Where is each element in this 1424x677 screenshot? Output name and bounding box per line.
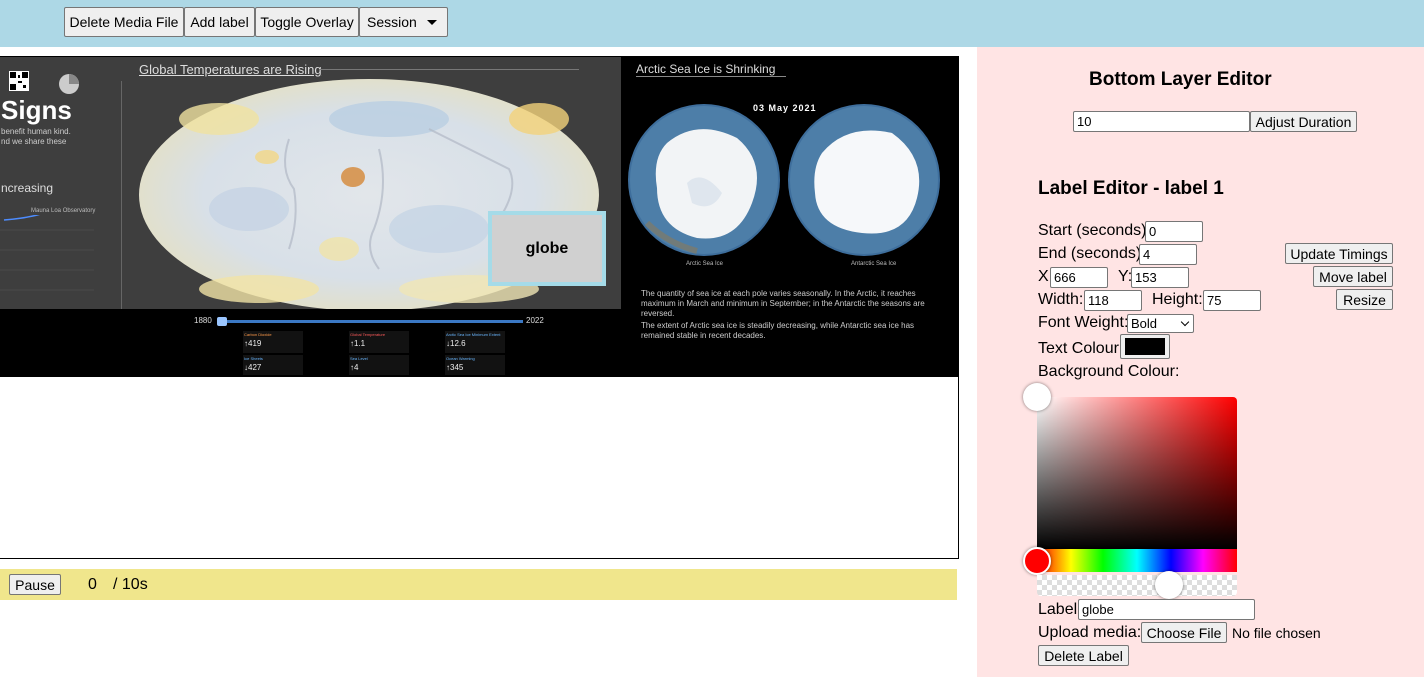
overlay-label[interactable]: globe: [488, 211, 606, 286]
signs-subtitle-1: benefit human kind.: [1, 127, 71, 136]
caret-down-icon: [426, 19, 437, 25]
end-input[interactable]: 4: [1139, 244, 1197, 265]
stat-title: Sea Level: [350, 356, 368, 361]
stat-title: Carbon Dioxide: [244, 332, 272, 337]
hue-slider[interactable]: [1037, 549, 1237, 572]
year-slider-thumb[interactable]: [217, 317, 227, 326]
title-rule: [636, 76, 786, 77]
signs-title: Signs: [1, 95, 72, 125]
title-rule: [319, 69, 579, 70]
antarctic-caption: Antarctic Sea Ice: [851, 261, 897, 267]
sea-ice-panel: Arctic Sea Ice is Shrinking 03 May 2021 …: [621, 57, 958, 377]
session-dropdown[interactable]: Session: [359, 7, 448, 37]
background-colour-label: Background Colour:: [1038, 363, 1180, 380]
upload-media-label: Upload media:: [1038, 624, 1142, 641]
stat-value: ↓427: [244, 363, 262, 372]
delete-label-button[interactable]: Delete Label: [1038, 645, 1129, 666]
stat-value: ↑1.1: [350, 339, 366, 348]
move-label-button[interactable]: Move label: [1313, 266, 1393, 287]
label-text-label: Label:: [1038, 601, 1082, 618]
year-slider[interactable]: [217, 317, 523, 326]
stat-title: Ice Sheets: [244, 356, 263, 361]
text-colour-fill: [1125, 338, 1165, 355]
stat-title: Ocean Warming: [446, 356, 475, 361]
top-toolbar: Delete Media File Add label Toggle Overl…: [0, 0, 1424, 47]
duration-input[interactable]: 10: [1073, 111, 1250, 132]
bottom-layer-editor-title: Bottom Layer Editor: [1089, 69, 1272, 90]
year-start: 1880: [194, 316, 212, 325]
media-image: Signs benefit human kind. nd we share th…: [0, 57, 958, 377]
mauna-loa-text: Mauna Loa Observatory: [31, 208, 96, 214]
pause-button[interactable]: Pause: [9, 574, 61, 595]
label-editor-title: Label Editor - label 1: [1038, 178, 1224, 199]
height-input[interactable]: 75: [1203, 290, 1261, 311]
stat-card: Arctic Sea Ice Minimum Extent ↓12.6: [445, 331, 505, 353]
stat-value: ↑345: [446, 363, 464, 372]
y-input[interactable]: 153: [1131, 267, 1189, 288]
font-weight-value: Bold: [1131, 316, 1158, 331]
hue-handle[interactable]: [1023, 547, 1051, 575]
qr-code-icon: [9, 71, 29, 91]
no-file-text: No file chosen: [1232, 625, 1321, 641]
stat-card: Carbon Dioxide ↑419: [243, 331, 303, 353]
delete-media-button[interactable]: Delete Media File: [64, 7, 184, 37]
width-label: Width:: [1038, 291, 1084, 308]
current-time: 0: [88, 576, 97, 593]
arctic-globe: [628, 104, 780, 256]
alpha-handle[interactable]: [1155, 571, 1183, 599]
overlay-label-text: globe: [525, 239, 569, 257]
text-colour-swatch[interactable]: [1120, 334, 1170, 359]
sea-ice-paragraph-1: The quantity of sea ice at each pole var…: [641, 289, 925, 318]
player-controls: Pause 0 / 10s: [0, 569, 957, 600]
adjust-duration-button[interactable]: Adjust Duration: [1250, 111, 1357, 132]
temperature-title: Global Temperatures are Rising: [139, 62, 322, 77]
chevron-down-icon: [1180, 317, 1190, 327]
font-weight-label: Font Weight:: [1038, 314, 1129, 331]
pie-icon: [59, 74, 79, 94]
add-label-button[interactable]: Add label: [184, 7, 255, 37]
start-label: Start (seconds):: [1038, 222, 1151, 239]
stat-title: Arctic Sea Ice Minimum Extent: [446, 332, 501, 337]
arctic-caption: Arctic Sea Ice: [686, 261, 724, 267]
alpha-slider[interactable]: [1037, 575, 1237, 596]
media-canvas[interactable]: Signs benefit human kind. nd we share th…: [0, 56, 959, 559]
increasing-text: ncreasing: [1, 181, 54, 195]
text-colour-label: Text Colour:: [1038, 340, 1124, 357]
year-end: 2022: [526, 316, 544, 325]
choose-file-button[interactable]: Choose File: [1141, 622, 1227, 643]
stats-strip: 1880 2022 Carbon Dioxide ↑419 Global Tem…: [0, 309, 621, 377]
toggle-overlay-button[interactable]: Toggle Overlay: [255, 7, 359, 37]
stat-value: ↑419: [244, 339, 262, 348]
saturation-handle[interactable]: [1023, 383, 1051, 411]
duration-text: / 10s: [113, 576, 148, 593]
update-timings-button[interactable]: Update Timings: [1285, 243, 1393, 264]
colour-saturation-area[interactable]: [1037, 397, 1237, 549]
label-text-input[interactable]: globe: [1078, 599, 1255, 620]
signs-subtitle-2: nd we share these: [1, 137, 67, 146]
x-input[interactable]: 666: [1050, 267, 1108, 288]
width-input[interactable]: 118: [1084, 290, 1142, 311]
stat-value: ↑4: [350, 363, 359, 372]
font-weight-select[interactable]: Bold: [1127, 314, 1194, 333]
resize-button[interactable]: Resize: [1336, 289, 1393, 310]
stat-card: Ocean Warming ↑345: [445, 355, 505, 375]
stat-card: Ice Sheets ↓427: [243, 355, 303, 375]
stat-card: Sea Level ↑4: [349, 355, 409, 375]
end-label: End (seconds):: [1038, 245, 1146, 262]
sea-ice-title: Arctic Sea Ice is Shrinking: [636, 62, 776, 76]
start-input[interactable]: 0: [1145, 221, 1203, 242]
antarctic-globe: [788, 104, 940, 256]
stat-card: Global Temperature ↑1.1: [349, 331, 409, 353]
height-label: Height:: [1152, 291, 1203, 308]
session-label: Session: [367, 14, 417, 30]
sea-ice-paragraph-2: The extent of Arctic sea ice is steadily…: [641, 321, 915, 340]
stat-title: Global Temperature: [350, 332, 386, 337]
stat-value: ↓12.6: [446, 339, 466, 348]
